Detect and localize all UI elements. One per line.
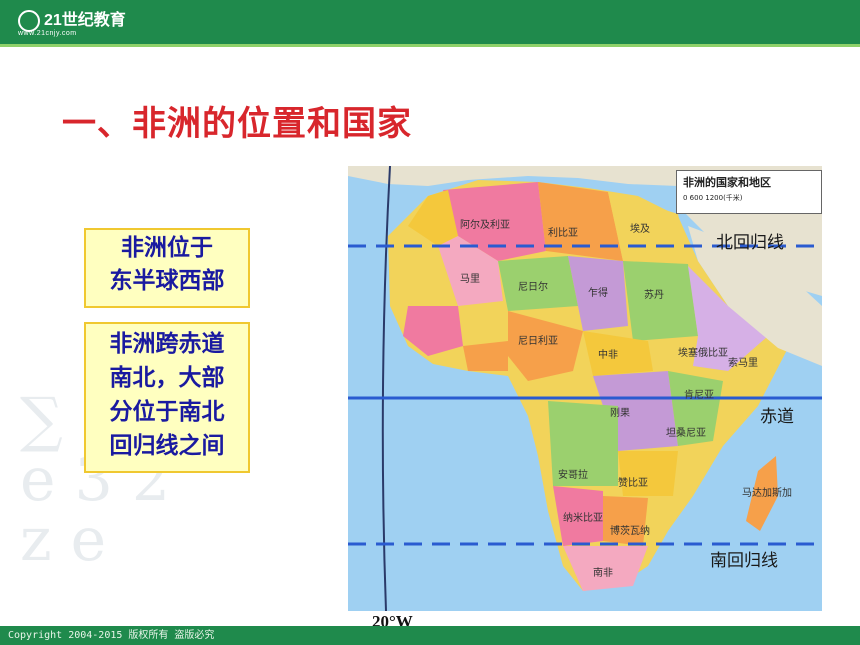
country-label-botswana: 博茨瓦纳 <box>610 524 650 537</box>
country-label-chad: 乍得 <box>588 286 608 299</box>
site-logo: 21世纪教育 www.21cnjy.com <box>18 6 126 37</box>
text-box-equator: 非洲跨赤道 南北，大部 分位于南北 回归线之间 <box>84 322 250 473</box>
legend-scale: 0 600 1200(千米) <box>683 194 743 202</box>
country-label-libya: 利比亚 <box>548 227 578 239</box>
country-label-somalia: 索马里 <box>728 356 758 369</box>
country-label-angola: 安哥拉 <box>558 468 588 481</box>
box2-line-1: 非洲跨赤道 <box>109 331 225 357</box>
country-label-namibia: 纳米比亚 <box>563 511 603 524</box>
country-label-kenya: 肯尼亚 <box>684 388 714 401</box>
country-label-sudan: 苏丹 <box>644 288 664 301</box>
label-tropic-south: 南回归线 <box>710 551 778 571</box>
country-label-egypt: 埃及 <box>630 222 650 235</box>
box1-line-1: 非洲位于 <box>121 235 213 261</box>
top-banner: 21世纪教育 www.21cnjy.com <box>0 0 860 47</box>
country-label-niger: 尼日尔 <box>518 280 548 293</box>
runner-icon <box>18 9 40 32</box>
box2-line-4: 回归线之间 <box>109 433 225 459</box>
box2-line-3: 分位于南北 <box>109 399 225 425</box>
country-label-algeria: 阿尔及利亚 <box>460 218 510 231</box>
country-label-mali: 马里 <box>460 273 480 285</box>
legend-title: 非洲的国家和地区 <box>683 176 771 189</box>
country-label-zambia: 赞比亚 <box>618 476 648 489</box>
country-label-tanzania: 坦桑尼亚 <box>666 426 706 439</box>
copyright-footer: Copyright 2004-2015 版权所有 盗版必究 <box>0 626 860 645</box>
country-label-madagascar: 马达加斯加 <box>742 486 792 499</box>
country-label-south-africa: 南非 <box>593 566 613 579</box>
slide-title: 一、非洲的位置和国家 <box>62 104 412 144</box>
map-legend: 非洲的国家和地区 0 600 1200(千米) <box>676 170 822 214</box>
label-tropic-north: 北回归线 <box>716 233 784 253</box>
country-label-nigeria: 尼日利亚 <box>518 335 558 347</box>
box2-line-2: 南北，大部 <box>109 365 225 391</box>
text-box-hemisphere: 非洲位于 东半球西部 <box>84 228 250 308</box>
country-label-ethiopia: 埃塞俄比亚 <box>678 346 728 359</box>
label-equator: 赤道 <box>760 407 794 427</box>
country-label-congo: 刚果 <box>610 407 630 419</box>
logo-text: 21世纪教育 <box>44 12 126 29</box>
logo-url: www.21cnjy.com <box>18 29 77 37</box>
box1-line-2: 东半球西部 <box>109 268 225 294</box>
country-label-car: 中非 <box>598 348 618 361</box>
